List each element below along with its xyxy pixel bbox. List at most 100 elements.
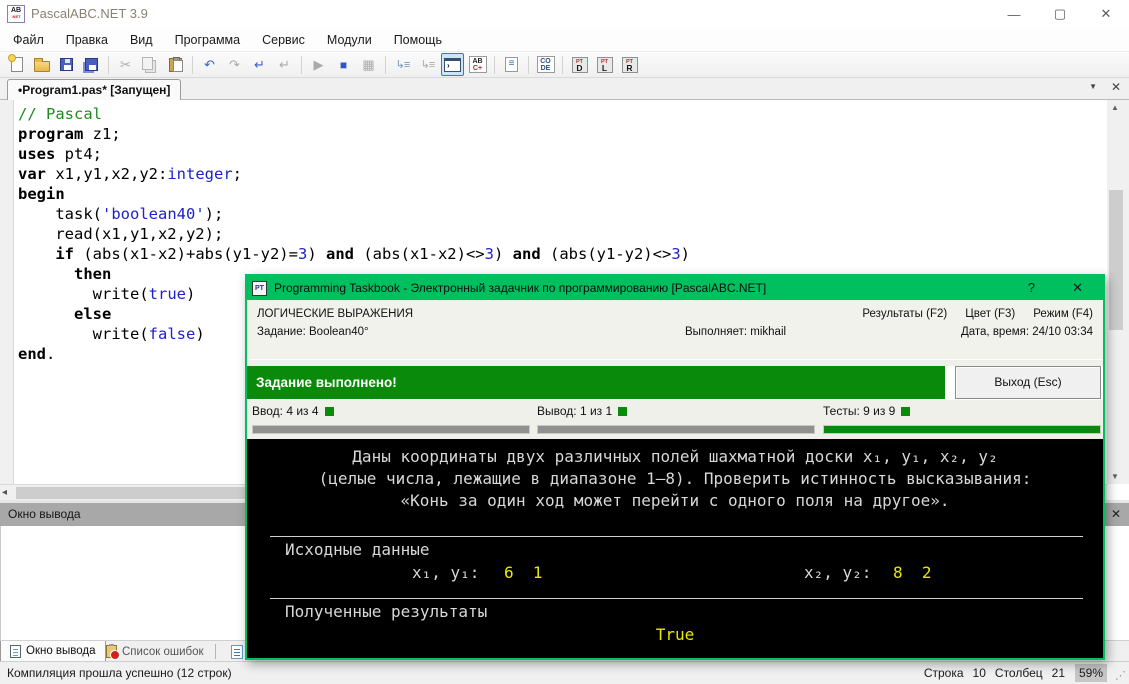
datetime-label: Дата, время: 24/10 03:34: [961, 326, 1093, 338]
menu-help[interactable]: Помощь: [383, 28, 453, 52]
line-label: Строка: [924, 666, 964, 680]
compile-status-message: Компиляция прошла успешно (12 строк): [7, 666, 232, 680]
output-counter: Вывод: 1 из 1: [537, 400, 817, 418]
run-button[interactable]: ▶: [307, 53, 330, 76]
new-file-button[interactable]: [5, 53, 28, 76]
redo-button[interactable]: ↷: [223, 53, 246, 76]
exit-esc-button[interactable]: Выход (Esc): [955, 366, 1101, 399]
taskbook-console: Даны координаты двух различных полей шах…: [247, 439, 1103, 658]
menu-modules[interactable]: Модули: [316, 28, 383, 52]
menu-service[interactable]: Сервис: [251, 28, 316, 52]
outdent-format-button[interactable]: ↳≡: [416, 53, 439, 76]
compile-icon: ▦: [362, 57, 374, 73]
open-file-button[interactable]: [30, 53, 53, 76]
show-console-icon: ›: [444, 58, 461, 72]
taskbook-load-button[interactable]: PTL: [593, 53, 616, 76]
toolbar: ✂ ↶ ↷ ↵↵ ▶ ■ ▦ ↳≡ ↳≡ › АВС+ ≡ CODE PTDPTLPTR: [0, 52, 1129, 78]
menu-edit[interactable]: Правка: [55, 28, 119, 52]
pair2-label: x₂, y₂:: [804, 563, 871, 582]
result-section-divider: [270, 598, 1083, 599]
tests-counter: Тесты: 9 из 9: [823, 400, 1103, 418]
tab-output-window[interactable]: Окно вывода: [0, 641, 106, 662]
output-window-icon: [10, 645, 21, 658]
stop-button[interactable]: ■: [332, 53, 355, 76]
taskbook-demo-button[interactable]: PTD: [568, 53, 591, 76]
input-counter: Ввод: 4 из 4: [252, 400, 532, 418]
code-line: begin: [18, 184, 1103, 204]
input-section-divider: [270, 536, 1083, 537]
input-section-header: Исходные данные: [285, 540, 430, 559]
taskbook-title: Programming Taskbook - Электронный задач…: [274, 281, 766, 295]
code-line: uses pt4;: [18, 144, 1103, 164]
pair1-values: 6 1: [504, 563, 543, 582]
code-line: read(x1,y1,x2,y2);: [18, 224, 1103, 244]
result-value: True: [247, 625, 1103, 644]
mode-f4-button[interactable]: Режим (F4): [1033, 308, 1093, 320]
output-panel-close-icon[interactable]: ✕: [1111, 503, 1121, 526]
compile-button[interactable]: ▦: [357, 53, 380, 76]
menu-view[interactable]: Вид: [119, 28, 164, 52]
add-taskbook-module-icon: АВС+: [469, 56, 487, 73]
vertical-scrollbar-thumb[interactable]: [1109, 190, 1123, 330]
scrollbar-margin: [1125, 100, 1129, 484]
paste-icon: [169, 58, 182, 72]
add-taskbook-module-button[interactable]: АВС+: [466, 53, 489, 76]
code-line: task('boolean40');: [18, 204, 1103, 224]
code-template-icon: CODE: [537, 56, 555, 73]
undo-button[interactable]: ↶: [198, 53, 221, 76]
results-f2-button[interactable]: Результаты (F2): [862, 308, 947, 320]
task-text-line3: «Конь за один ход может перейти с одного…: [247, 491, 1103, 510]
insert-snippet-button[interactable]: ↵: [248, 53, 271, 76]
redo-icon: ↷: [229, 57, 240, 73]
document-tabbar: •Program1.pas* [Запущен] ▼ ✕: [0, 78, 1129, 100]
run-icon: ▶: [314, 57, 324, 73]
cursor-position: Строка 10 Столбец 21: [924, 666, 1065, 680]
toolbar-separator: [301, 56, 302, 74]
format-source-icon: ≡: [505, 57, 518, 72]
title-bar: AB .NET PascalABC.NET 3.9 — ▢ ✕: [0, 0, 1129, 28]
code-template-button[interactable]: CODE: [534, 53, 557, 76]
menu-file[interactable]: Файл: [2, 28, 55, 52]
menu-program[interactable]: Программа: [164, 28, 252, 52]
minimize-icon[interactable]: —: [991, 0, 1037, 28]
code-line: // Pascal: [18, 104, 1103, 124]
resize-grip-icon[interactable]: ⋰: [1115, 669, 1126, 682]
toolbar-separator: [528, 56, 529, 74]
task-text-line1: Даны координаты двух различных полей шах…: [247, 447, 1103, 466]
tab-output-window-label: Окно вывода: [26, 645, 96, 657]
goto-definition-button[interactable]: ↵: [273, 53, 296, 76]
taskbook-help-icon[interactable]: ?: [1028, 280, 1035, 295]
task-name-label: Задание: Boolean40°: [257, 326, 369, 338]
copy-button[interactable]: [139, 53, 162, 76]
zoom-level[interactable]: 59%: [1075, 664, 1107, 682]
maximize-icon[interactable]: ▢: [1037, 0, 1083, 28]
save-all-button[interactable]: [80, 53, 103, 76]
vertical-scrollbar[interactable]: ▲ ▼: [1107, 100, 1125, 484]
paste-button[interactable]: [164, 53, 187, 76]
indent-format-button[interactable]: ↳≡: [391, 53, 414, 76]
scroll-down-icon[interactable]: ▼: [1111, 472, 1119, 481]
cut-button[interactable]: ✂: [114, 53, 137, 76]
app-icon: AB .NET: [7, 5, 25, 23]
taskbook-result-button[interactable]: PTR: [618, 53, 641, 76]
counters-row: Ввод: 4 из 4 Вывод: 1 из 1 Тесты: 9 из 9: [247, 400, 1103, 439]
toolbar-separator: [108, 56, 109, 74]
outdent-format-icon: ↳≡: [421, 58, 435, 71]
color-f3-button[interactable]: Цвет (F3): [965, 308, 1015, 320]
tab-list-dropdown-icon[interactable]: ▼: [1089, 82, 1097, 91]
close-icon[interactable]: ✕: [1083, 0, 1129, 28]
toolbar-separator: [562, 56, 563, 74]
taskbook-close-icon[interactable]: ✕: [1072, 280, 1083, 296]
tests-counter-label: Тесты: 9 из 9: [823, 404, 895, 418]
format-source-button[interactable]: ≡: [500, 53, 523, 76]
indent-format-icon: ↳≡: [396, 58, 410, 71]
taskbook-titlebar[interactable]: PT Programming Taskbook - Электронный за…: [247, 276, 1103, 300]
save-button[interactable]: [55, 53, 78, 76]
tab-close-icon[interactable]: ✕: [1111, 80, 1121, 94]
new-file-icon: [11, 57, 23, 72]
tab-program1[interactable]: •Program1.pas* [Запущен]: [7, 79, 181, 100]
tab-error-list[interactable]: Список ошибок: [97, 641, 213, 662]
scroll-left-icon[interactable]: ◂: [2, 487, 7, 498]
scroll-up-icon[interactable]: ▲: [1111, 103, 1119, 112]
show-console-button[interactable]: ›: [441, 53, 464, 76]
